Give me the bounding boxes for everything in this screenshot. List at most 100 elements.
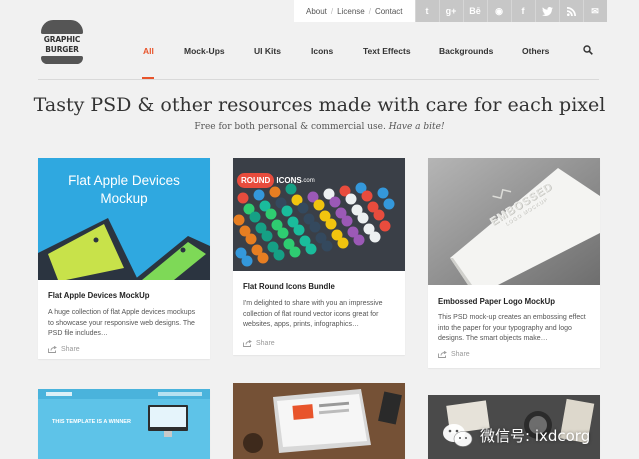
logo-bun-top: [41, 20, 83, 34]
share-icon: [438, 351, 447, 358]
hero-subtitle-plain: Free for both personal & commercial use.: [194, 122, 386, 132]
card-description: A huge collection of flat Apple devices …: [48, 309, 196, 337]
laptop-thumbnail: [233, 383, 405, 459]
card-thumbnail[interactable]: Flat Apple Devices Mockup: [38, 158, 210, 280]
hero-subtitle-emphasis: Have a bite!: [388, 122, 445, 132]
card-thumbnail[interactable]: ROUND ICONS .com: [233, 158, 405, 271]
round-icon-dot: [237, 192, 249, 204]
logo-bun-bottom: [41, 56, 83, 64]
round-icon-dot: [379, 220, 391, 232]
brand-round: ROUND: [237, 173, 275, 188]
round-icon-dot: [373, 209, 385, 221]
template-headline: THIS TEMPLATE IS A WINNER: [52, 419, 131, 425]
card-embossed-paper-logo[interactable]: EMBOSSED LOGO MOCKUP Embossed Paper Logo…: [428, 158, 600, 368]
round-icon-dot: [321, 240, 333, 252]
rss-icon[interactable]: [558, 0, 583, 22]
hero-subtitle: Free for both personal & commercial use.…: [0, 122, 639, 132]
tumblr-icon[interactable]: t: [414, 0, 439, 22]
round-icon-dot: [257, 252, 269, 264]
round-icon-dot: [293, 224, 305, 236]
card-thumb-caption: Flat Apple Devices Mockup: [38, 172, 210, 208]
card-description: This PSD mock-up creates an embossing ef…: [438, 314, 586, 342]
round-icon-dot: [281, 205, 293, 217]
card-title[interactable]: Embossed Paper Logo MockUp: [438, 297, 555, 306]
round-icon-dot: [325, 218, 337, 230]
round-icon-dot: [329, 196, 341, 208]
share-label: Share: [61, 346, 80, 353]
search-icon[interactable]: [583, 45, 593, 55]
round-icon-dot: [261, 230, 273, 242]
twitter-icon[interactable]: [534, 0, 559, 22]
share-icon: [243, 340, 252, 347]
nav-item-icons[interactable]: Icons: [311, 46, 333, 56]
about-link[interactable]: About: [302, 7, 331, 16]
googleplus-icon[interactable]: g+: [438, 0, 463, 22]
wechat-watermark: 微信号: ixdcorg: [442, 412, 639, 459]
round-icon-dot: [309, 221, 321, 233]
round-icon-dot: [353, 234, 365, 246]
wechat-icon: [443, 423, 473, 447]
nav-item-ui-kits[interactable]: UI Kits: [254, 46, 281, 56]
share-label: Share: [451, 351, 470, 358]
card-flat-apple-devices[interactable]: Flat Apple Devices Mockup Flat Apple Dev…: [38, 158, 210, 359]
header-divider: [38, 79, 599, 80]
nav-item-others[interactable]: Others: [522, 46, 549, 56]
card-flat-round-icons[interactable]: ROUND ICONS .com Flat Round Icons Bundle…: [233, 158, 405, 355]
round-icon-dot: [265, 208, 277, 220]
share-button[interactable]: Share: [48, 346, 80, 353]
round-icon-dot: [249, 211, 261, 223]
round-icon-dot: [357, 212, 369, 224]
round-icon-dot: [273, 249, 285, 261]
nav-item-mock-ups[interactable]: Mock-Ups: [184, 46, 225, 56]
round-icon-dot: [341, 215, 353, 227]
hero-title: Tasty PSD & other resources made with ca…: [33, 94, 606, 116]
mail-icon[interactable]: ✉: [582, 0, 607, 22]
round-icon-dot: [369, 231, 381, 243]
round-icon-dot: [313, 199, 325, 211]
nav-item-text-effects[interactable]: Text Effects: [363, 46, 411, 56]
round-icon-dot: [233, 214, 245, 226]
card-row2-template[interactable]: THIS TEMPLATE IS A WINNER: [38, 389, 210, 459]
card-title[interactable]: Flat Apple Devices MockUp: [48, 291, 150, 300]
round-icon-dot: [253, 189, 265, 201]
nav-item-backgrounds[interactable]: Backgrounds: [439, 46, 493, 56]
round-icon-dot: [289, 246, 301, 258]
behance-icon[interactable]: Bē: [462, 0, 487, 22]
round-icon-dot: [269, 186, 281, 198]
thumb-text-line1: Flat Apple Devices: [68, 173, 180, 188]
card-title[interactable]: Flat Round Icons Bundle: [243, 282, 335, 291]
nav-item-all[interactable]: All: [143, 46, 154, 56]
facebook-icon[interactable]: f: [510, 0, 535, 22]
share-icon: [48, 346, 57, 353]
top-utility-bar: About / License / Contact t g+ Bē ◉ f ✉: [294, 0, 607, 22]
share-button[interactable]: Share: [243, 340, 275, 347]
contact-link[interactable]: Contact: [371, 7, 407, 16]
license-link[interactable]: License: [333, 7, 369, 16]
card-row2-laptop[interactable]: [233, 383, 405, 459]
round-icon-dot: [377, 187, 389, 199]
round-icon-dot: [305, 243, 317, 255]
round-icon-dot: [361, 190, 373, 202]
brand-com: .com: [301, 177, 315, 184]
logo-text-line2: BURGER: [45, 45, 79, 54]
top-links: About / License / Contact: [294, 7, 415, 16]
round-icon-dot: [277, 227, 289, 239]
round-icon-dot: [297, 202, 309, 214]
round-icons-brand: ROUND ICONS .com: [237, 173, 315, 188]
round-icon-dot: [383, 198, 395, 210]
logo-text-line1: GRAPHIC: [43, 35, 81, 44]
share-label: Share: [256, 340, 275, 347]
round-icon-dot: [245, 233, 257, 245]
thumb-text-line2: Mockup: [100, 191, 148, 206]
card-thumbnail[interactable]: EMBOSSED LOGO MOCKUP: [428, 158, 600, 285]
page: About / License / Contact t g+ Bē ◉ f ✉ …: [0, 0, 639, 459]
dribbble-icon[interactable]: ◉: [486, 0, 511, 22]
round-icon-dot: [345, 193, 357, 205]
graphic-burger-logo[interactable]: GRAPHIC BURGER: [38, 20, 86, 64]
round-icon-dot: [241, 255, 253, 267]
card-description: I'm delighted to share with you an impre…: [243, 300, 383, 328]
brand-icons: ICONS: [276, 176, 302, 185]
watermark-text: 微信号: ixdcorg: [480, 427, 591, 445]
round-icon-dot: [337, 237, 349, 249]
share-button[interactable]: Share: [438, 351, 470, 358]
